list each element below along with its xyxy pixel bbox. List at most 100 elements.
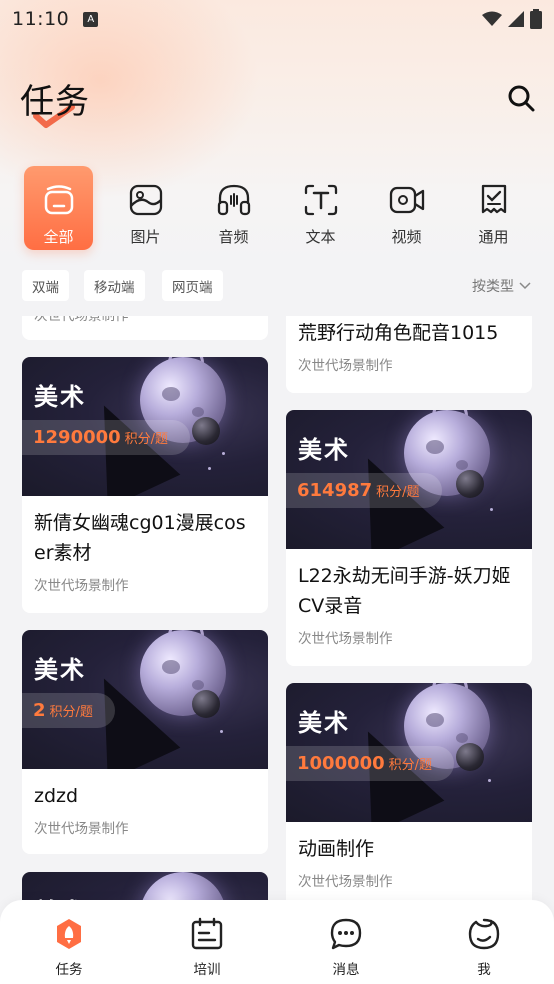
general-icon: [474, 180, 514, 220]
points-value: 1290000: [33, 427, 121, 448]
wifi-icon: [482, 11, 502, 26]
card-tag: 美术: [34, 383, 86, 411]
battery-icon: [530, 9, 542, 29]
filter-chip-both[interactable]: 双端: [22, 270, 69, 301]
task-card[interactable]: 荒野行动角色配音1015 次世代场景制作: [286, 316, 532, 393]
task-card[interactable]: 美术 614987 积分/题 L22永劫无间手游-妖刀姬CV录音 次世代场景制作: [286, 410, 532, 666]
sphere-graphic: [456, 470, 484, 498]
sparkle: [208, 467, 211, 470]
page-title-area: 任务: [20, 74, 90, 128]
search-icon: [508, 85, 535, 112]
category-label: 图片: [130, 228, 161, 246]
sparkle: [490, 508, 493, 511]
points-unit: 积分/题: [49, 705, 93, 720]
category-label: 全部: [43, 228, 74, 246]
sparkle: [220, 730, 223, 733]
text-icon: [301, 180, 341, 220]
page-title: 任务: [20, 82, 90, 122]
category-label: 通用: [478, 228, 509, 246]
task-card[interactable]: 次世代场景制作: [22, 316, 268, 340]
task-card[interactable]: 美术: [22, 872, 268, 900]
tab-label: 任务: [55, 962, 83, 978]
points-value: 2: [33, 700, 46, 721]
card-tag: 美术: [298, 709, 350, 737]
calendar-icon: [189, 916, 225, 952]
tab-messages[interactable]: 消息: [306, 916, 386, 978]
category-image[interactable]: 图片: [111, 166, 180, 250]
card-cover-image: 美术 1290000 积分/题: [22, 357, 268, 496]
sphere-graphic: [192, 690, 220, 718]
bottom-tab-bar: 任务 培训 消息 我: [0, 900, 554, 984]
points-badge: 1290000 积分/题: [22, 420, 191, 455]
points-unit: 积分/题: [376, 485, 420, 500]
tab-label: 培训: [193, 962, 221, 978]
moon-graphic: [140, 872, 226, 900]
category-video[interactable]: 视频: [372, 166, 441, 250]
card-title: zdzd: [34, 785, 79, 807]
card-title: 新倩女幽魂cg01漫展coser素材: [34, 512, 246, 564]
card-tag: 美术: [298, 436, 350, 464]
card-tag: 美术: [34, 656, 86, 684]
status-time: 11:10: [12, 8, 70, 30]
video-icon: [387, 180, 427, 220]
task-card[interactable]: 美术 2 积分/题 zdzd 次世代场景制作: [22, 630, 268, 854]
filter-chip-mobile[interactable]: 移动端: [84, 270, 145, 301]
category-label: 文本: [305, 228, 336, 246]
card-cover-image: 美术: [22, 872, 268, 900]
card-subtitle: 次世代场景制作: [298, 874, 393, 890]
card-cover-image: 美术 1000000 积分/题: [286, 683, 532, 822]
image-icon: [126, 180, 166, 220]
category-label: 音频: [218, 228, 249, 246]
tab-me[interactable]: 我: [444, 916, 524, 978]
category-label: 视频: [391, 228, 422, 246]
status-bar: 11:10 A: [0, 0, 554, 38]
points-badge: 614987 积分/题: [286, 473, 442, 508]
points-unit: 积分/题: [124, 432, 169, 447]
sort-by-type-button[interactable]: 按类型: [472, 276, 531, 296]
signal-icon: [508, 11, 524, 27]
sphere-graphic: [192, 417, 220, 445]
sort-label: 按类型: [472, 279, 514, 295]
tab-training[interactable]: 培训: [167, 916, 247, 978]
points-badge: 1000000 积分/题: [286, 746, 455, 781]
card-title: 动画制作: [298, 838, 375, 860]
card-subtitle: 次世代场景制作: [34, 578, 129, 594]
task-feed[interactable]: 次世代场景制作 荒野行动角色配音1015 次世代场景制作 美术 1290000 …: [0, 316, 554, 900]
points-badge: 2 积分/题: [22, 693, 115, 728]
notification-a-icon: A: [83, 11, 99, 27]
card-subtitle: 次世代场景制作: [34, 821, 129, 837]
card-subtitle: 次世代场景制作: [34, 316, 129, 324]
status-indicators: [482, 9, 542, 29]
message-icon: [328, 916, 364, 952]
points-value: 1000000: [297, 753, 385, 774]
category-audio[interactable]: 音频: [199, 166, 268, 250]
filter-bar: 双端 移动端 网页端 按类型: [22, 270, 534, 302]
card-tag: 美术: [34, 892, 86, 900]
category-text[interactable]: 文本: [286, 166, 355, 250]
audio-icon: [214, 180, 254, 220]
points-value: 614987: [297, 480, 373, 501]
category-general[interactable]: 通用: [459, 166, 528, 250]
profile-icon: [466, 916, 502, 952]
card-subtitle: 次世代场景制作: [298, 631, 393, 647]
card-cover-image: 美术 614987 积分/题: [286, 410, 532, 549]
tab-label: 消息: [332, 962, 360, 978]
chevron-down-icon: [519, 282, 531, 290]
category-all[interactable]: 全部: [24, 166, 93, 250]
card-subtitle: 次世代场景制作: [298, 358, 393, 374]
tab-tasks[interactable]: 任务: [29, 916, 109, 978]
sparkle: [222, 452, 225, 455]
task-card[interactable]: 美术 1000000 积分/题 动画制作 次世代场景制作: [286, 683, 532, 900]
filter-chip-web[interactable]: 网页端: [162, 270, 223, 301]
card-title: 荒野行动角色配音1015: [298, 322, 499, 344]
sphere-graphic: [456, 743, 484, 771]
card-cover-image: 美术 2 积分/题: [22, 630, 268, 769]
card-title: L22永劫无间手游-妖刀姬CV录音: [298, 565, 511, 617]
all-box-icon: [39, 180, 79, 220]
points-unit: 积分/题: [388, 758, 433, 773]
task-card[interactable]: 美术 1290000 积分/题 新倩女幽魂cg01漫展coser素材 次世代场景…: [22, 357, 268, 613]
category-bar: 全部 图片 音频 文本 视频 通用: [24, 166, 544, 252]
sparkle: [488, 779, 491, 782]
rocket-icon: [51, 916, 87, 952]
search-button[interactable]: [506, 83, 536, 113]
